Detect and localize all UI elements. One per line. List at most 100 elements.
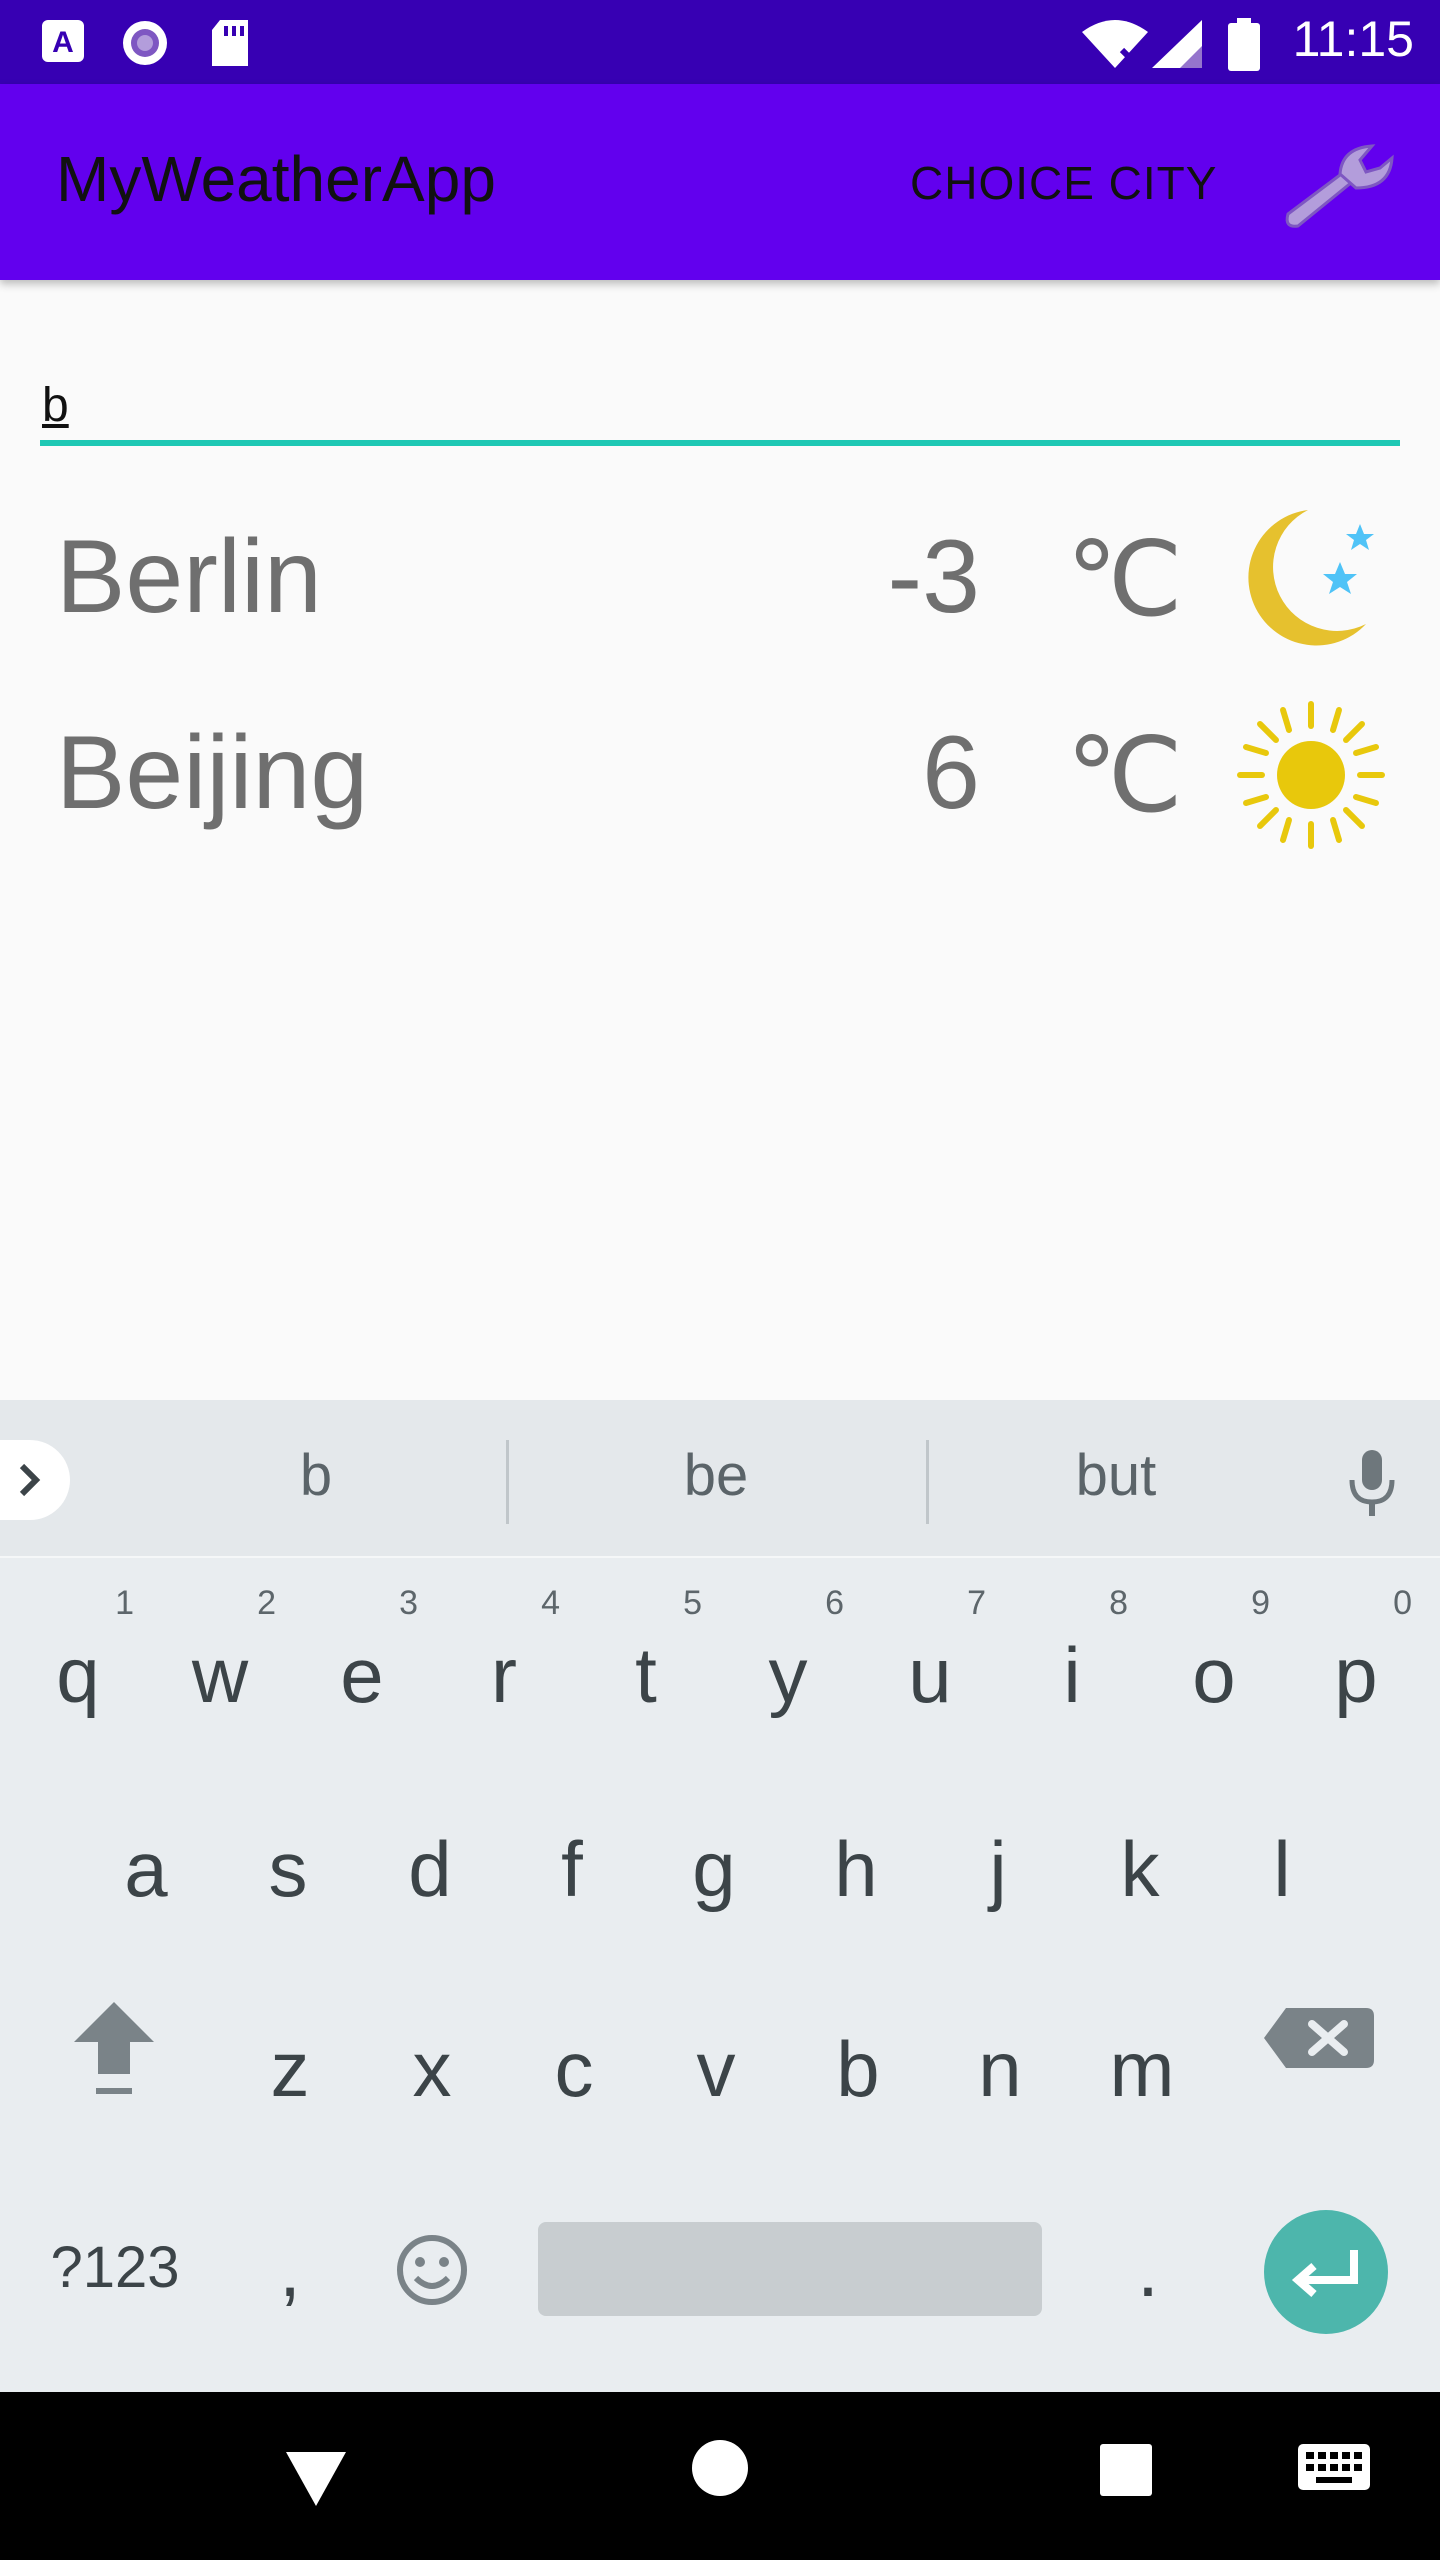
suggestion-expand-button[interactable] xyxy=(0,1440,70,1520)
status-bar: A 11:15 xyxy=(0,0,1440,84)
backspace-icon xyxy=(1264,2008,1374,2068)
suggestion-item[interactable]: but xyxy=(1016,1442,1216,1509)
wrench-icon xyxy=(1285,144,1394,228)
key-w[interactable]: 2w xyxy=(150,1566,290,1756)
key-p[interactable]: 0p xyxy=(1286,1566,1426,1756)
backspace-key[interactable] xyxy=(1256,1970,1396,2160)
app-bar: MyWeatherApp CHOICE CITY xyxy=(0,84,1440,280)
city-temperature: 6 xyxy=(922,715,980,831)
key-k[interactable]: k xyxy=(1070,1766,1210,1956)
key-label: j xyxy=(989,1825,1007,1913)
key-label: h xyxy=(834,1825,878,1913)
key-l[interactable]: l xyxy=(1212,1766,1352,1956)
temperature-unit: ℃ xyxy=(1066,522,1183,638)
battery-icon xyxy=(1228,18,1260,71)
comma-key[interactable]: , xyxy=(220,2180,360,2370)
key-hint: 1 xyxy=(115,1584,134,1622)
key-label: ?123 xyxy=(50,2235,180,2300)
key-y[interactable]: 6y xyxy=(718,1566,858,1756)
suggestion-item[interactable]: b xyxy=(216,1442,416,1509)
space-key[interactable] xyxy=(538,2222,1042,2316)
key-label: r xyxy=(491,1631,517,1719)
key-u[interactable]: 7u xyxy=(860,1566,1000,1756)
key-label: x xyxy=(412,2025,452,2113)
key-hint: 7 xyxy=(967,1584,986,1622)
key-i[interactable]: 8i xyxy=(1002,1566,1142,1756)
a-notification-icon: A xyxy=(42,20,84,62)
key-t[interactable]: 5t xyxy=(576,1566,716,1756)
key-g[interactable]: g xyxy=(644,1766,784,1956)
key-hint: 8 xyxy=(1109,1584,1128,1622)
key-label: s xyxy=(268,1825,308,1913)
key-z[interactable]: z xyxy=(220,1970,360,2160)
home-icon[interactable] xyxy=(688,2436,752,2500)
city-search-input[interactable] xyxy=(40,370,1400,446)
period-key[interactable]: . xyxy=(1078,2180,1218,2370)
city-row-beijing[interactable]: Beijing 6 ℃ xyxy=(0,700,1440,870)
key-hint: 6 xyxy=(825,1584,844,1622)
recents-icon[interactable] xyxy=(1096,2440,1156,2500)
key-n[interactable]: n xyxy=(930,1970,1070,2160)
key-c[interactable]: c xyxy=(504,1970,644,2160)
key-label: e xyxy=(340,1631,384,1719)
key-v[interactable]: v xyxy=(646,1970,786,2160)
key-a[interactable]: a xyxy=(76,1766,216,1956)
key-label: v xyxy=(696,2025,736,2113)
enter-key[interactable] xyxy=(1264,2210,1388,2334)
key-label: k xyxy=(1120,1825,1160,1913)
key-label: p xyxy=(1334,1631,1378,1719)
sd-card-icon xyxy=(212,20,248,66)
key-j[interactable]: j xyxy=(928,1766,1068,1956)
moon-stars-icon xyxy=(1248,510,1374,646)
key-label: y xyxy=(768,1631,808,1719)
suggestion-item[interactable]: be xyxy=(616,1442,816,1509)
key-r[interactable]: 4r xyxy=(434,1566,574,1756)
key-b[interactable]: b xyxy=(788,1970,928,2160)
emoji-key[interactable] xyxy=(362,2180,502,2370)
settings-button[interactable] xyxy=(1280,136,1400,236)
app-title: MyWeatherApp xyxy=(56,143,496,215)
key-label: a xyxy=(124,1825,168,1913)
key-x[interactable]: x xyxy=(362,1970,502,2160)
key-label: i xyxy=(1063,1631,1081,1719)
city-name: Berlin xyxy=(56,519,322,635)
svg-text:A: A xyxy=(52,26,74,59)
navigation-bar xyxy=(0,2392,1440,2560)
key-o[interactable]: 9o xyxy=(1144,1566,1284,1756)
key-label: q xyxy=(56,1631,100,1719)
back-icon[interactable] xyxy=(276,2442,356,2512)
emoji-icon xyxy=(397,2235,467,2305)
key-m[interactable]: m xyxy=(1072,1970,1212,2160)
city-row-berlin[interactable]: Berlin -3 ℃ xyxy=(0,504,1440,674)
choice-city-button[interactable]: CHOICE CITY xyxy=(910,156,1217,210)
keyboard-switch-icon[interactable] xyxy=(1296,2442,1372,2496)
key-f[interactable]: f xyxy=(502,1766,642,1956)
key-s[interactable]: s xyxy=(218,1766,358,1956)
wifi-off-icon xyxy=(1082,20,1148,69)
search-field-container xyxy=(40,370,1400,454)
key-label: g xyxy=(692,1825,736,1913)
key-label: d xyxy=(408,1825,452,1913)
key-h[interactable]: h xyxy=(786,1766,926,1956)
key-hint: 2 xyxy=(257,1584,276,1622)
key-q[interactable]: 1q xyxy=(8,1566,148,1756)
key-hint: 3 xyxy=(399,1584,418,1622)
symbols-key[interactable]: ?123 xyxy=(20,2180,210,2370)
microphone-icon[interactable] xyxy=(1340,1448,1404,1518)
suggestion-strip: b be but xyxy=(0,1400,1440,1558)
key-label: l xyxy=(1273,1825,1291,1913)
key-hint: 0 xyxy=(1393,1584,1412,1622)
key-hint: 5 xyxy=(683,1584,702,1622)
key-d[interactable]: d xyxy=(360,1766,500,1956)
temperature-unit: ℃ xyxy=(1066,718,1183,834)
key-label: , xyxy=(279,2225,301,2313)
shift-key[interactable] xyxy=(44,1970,184,2160)
key-e[interactable]: 3e xyxy=(292,1566,432,1756)
radio-icon xyxy=(123,21,167,65)
shift-icon xyxy=(74,2002,154,2094)
key-label: c xyxy=(554,2025,594,2113)
key-label: f xyxy=(561,1825,583,1913)
key-label: n xyxy=(978,2025,1022,2113)
soft-keyboard: b be but 1q 2w 3e 4r 5t 6y 7u 8i 9o 0p a… xyxy=(0,1400,1440,2392)
status-clock: 11:15 xyxy=(1292,11,1414,67)
